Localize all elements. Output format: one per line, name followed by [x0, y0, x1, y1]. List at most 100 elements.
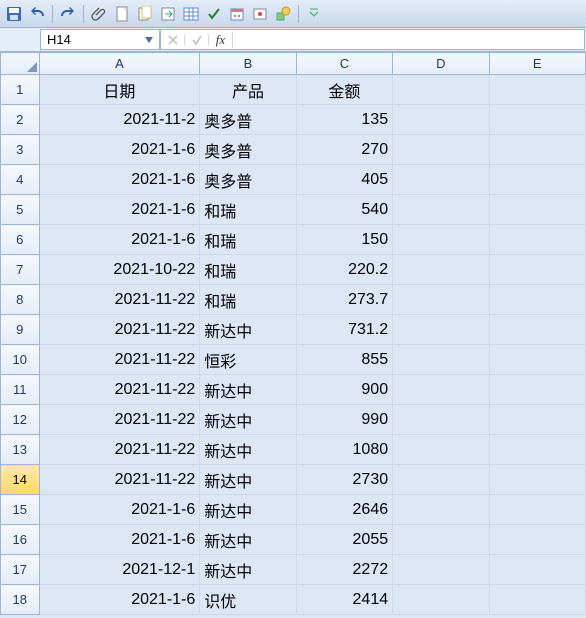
cell-B12[interactable]: 新达中: [200, 405, 296, 435]
cell-C13[interactable]: 1080: [296, 435, 392, 465]
undo-button[interactable]: [27, 4, 47, 24]
row-header-10[interactable]: 10: [1, 345, 40, 375]
col-header-E[interactable]: E: [489, 53, 585, 75]
cell-D8[interactable]: [393, 285, 489, 315]
cell-D14[interactable]: [393, 465, 489, 495]
table-icon[interactable]: [181, 4, 201, 24]
cell-C8[interactable]: 273.7: [296, 285, 392, 315]
enter-fx-button[interactable]: [185, 35, 209, 45]
cell-D7[interactable]: [393, 255, 489, 285]
cell-B17[interactable]: 新达中: [200, 555, 296, 585]
cell-B7[interactable]: 和瑞: [200, 255, 296, 285]
cell-D18[interactable]: [393, 585, 489, 615]
cell-E14[interactable]: [489, 465, 585, 495]
cell-A11[interactable]: 2021-11-22: [39, 375, 200, 405]
cell-D4[interactable]: [393, 165, 489, 195]
cell-C5[interactable]: 540: [296, 195, 392, 225]
cell-D17[interactable]: [393, 555, 489, 585]
cell-D1[interactable]: [393, 75, 489, 105]
row-header-15[interactable]: 15: [1, 495, 40, 525]
cell-D16[interactable]: [393, 525, 489, 555]
col-header-D[interactable]: D: [393, 53, 489, 75]
row-header-3[interactable]: 3: [1, 135, 40, 165]
name-box[interactable]: H14: [40, 29, 160, 50]
row-header-1[interactable]: 1: [1, 75, 40, 105]
select-all-corner[interactable]: [1, 53, 40, 75]
cell-A4[interactable]: 2021-1-6: [39, 165, 200, 195]
col-header-A[interactable]: A: [39, 53, 200, 75]
arrow-doc-icon[interactable]: [158, 4, 178, 24]
name-box-dropdown-icon[interactable]: [141, 32, 157, 48]
row-header-7[interactable]: 7: [1, 255, 40, 285]
cancel-fx-button[interactable]: [161, 35, 185, 45]
cell-A14[interactable]: 2021-11-22: [39, 465, 200, 495]
cell-D10[interactable]: [393, 345, 489, 375]
cell-E10[interactable]: [489, 345, 585, 375]
row-header-9[interactable]: 9: [1, 315, 40, 345]
cell-E4[interactable]: [489, 165, 585, 195]
attach-icon[interactable]: [89, 4, 109, 24]
cell-A8[interactable]: 2021-11-22: [39, 285, 200, 315]
cell-B11[interactable]: 新达中: [200, 375, 296, 405]
cell-B5[interactable]: 和瑞: [200, 195, 296, 225]
cell-A3[interactable]: 2021-1-6: [39, 135, 200, 165]
cell-D11[interactable]: [393, 375, 489, 405]
cell-B18[interactable]: 识优: [200, 585, 296, 615]
cell-A12[interactable]: 2021-11-22: [39, 405, 200, 435]
cell-C15[interactable]: 2646: [296, 495, 392, 525]
redo-button[interactable]: [58, 4, 78, 24]
cell-D13[interactable]: [393, 435, 489, 465]
cell-A15[interactable]: 2021-1-6: [39, 495, 200, 525]
cell-C3[interactable]: 270: [296, 135, 392, 165]
cell-B4[interactable]: 奥多普: [200, 165, 296, 195]
cell-B3[interactable]: 奥多普: [200, 135, 296, 165]
cell-C11[interactable]: 900: [296, 375, 392, 405]
cell-A6[interactable]: 2021-1-6: [39, 225, 200, 255]
cell-E16[interactable]: [489, 525, 585, 555]
page-icon[interactable]: [135, 4, 155, 24]
cell-B16[interactable]: 新达中: [200, 525, 296, 555]
cell-E18[interactable]: [489, 585, 585, 615]
record-icon[interactable]: [250, 4, 270, 24]
cell-D9[interactable]: [393, 315, 489, 345]
cell-B1[interactable]: 产品: [200, 75, 296, 105]
cell-E17[interactable]: [489, 555, 585, 585]
cell-E13[interactable]: [489, 435, 585, 465]
row-header-18[interactable]: 18: [1, 585, 40, 615]
cell-A13[interactable]: 2021-11-22: [39, 435, 200, 465]
save-button[interactable]: [4, 4, 24, 24]
row-header-2[interactable]: 2: [1, 105, 40, 135]
cell-D5[interactable]: [393, 195, 489, 225]
cell-A16[interactable]: 2021-1-6: [39, 525, 200, 555]
calendar-icon[interactable]: [227, 4, 247, 24]
cell-C1[interactable]: 金额: [296, 75, 392, 105]
cell-A9[interactable]: 2021-11-22: [39, 315, 200, 345]
cell-E9[interactable]: [489, 315, 585, 345]
cell-C14[interactable]: 2730: [296, 465, 392, 495]
overflow-icon[interactable]: [304, 4, 324, 24]
cell-B6[interactable]: 和瑞: [200, 225, 296, 255]
cell-E6[interactable]: [489, 225, 585, 255]
row-header-12[interactable]: 12: [1, 405, 40, 435]
row-header-11[interactable]: 11: [1, 375, 40, 405]
cell-B8[interactable]: 和瑞: [200, 285, 296, 315]
cell-B9[interactable]: 新达中: [200, 315, 296, 345]
cell-E11[interactable]: [489, 375, 585, 405]
cell-D6[interactable]: [393, 225, 489, 255]
cell-C17[interactable]: 2272: [296, 555, 392, 585]
cell-E2[interactable]: [489, 105, 585, 135]
cell-C6[interactable]: 150: [296, 225, 392, 255]
formula-input[interactable]: [233, 30, 584, 49]
row-header-16[interactable]: 16: [1, 525, 40, 555]
col-header-C[interactable]: C: [296, 53, 392, 75]
cell-B2[interactable]: 奥多普: [200, 105, 296, 135]
row-header-13[interactable]: 13: [1, 435, 40, 465]
cell-C10[interactable]: 855: [296, 345, 392, 375]
cell-C9[interactable]: 731.2: [296, 315, 392, 345]
cell-E12[interactable]: [489, 405, 585, 435]
row-header-14[interactable]: 14: [1, 465, 40, 495]
cell-E7[interactable]: [489, 255, 585, 285]
cell-C2[interactable]: 135: [296, 105, 392, 135]
cell-B10[interactable]: 恒彩: [200, 345, 296, 375]
cell-A2[interactable]: 2021-11-2: [39, 105, 200, 135]
